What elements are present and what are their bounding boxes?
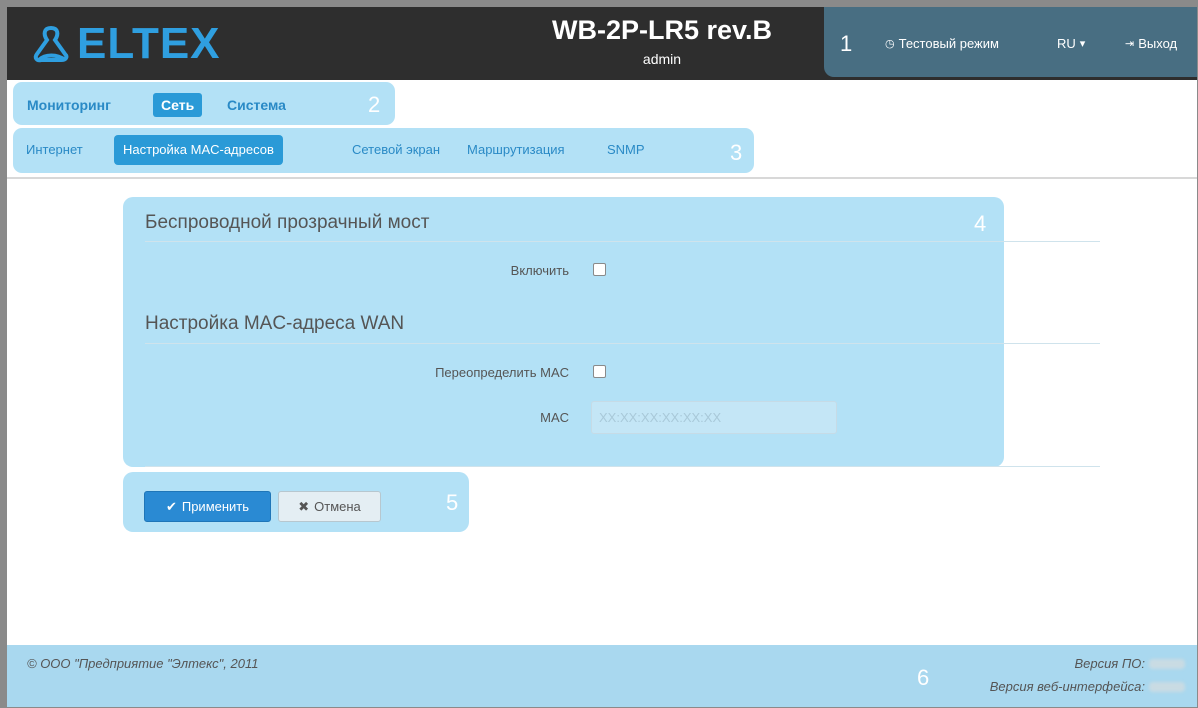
firmware-version-value-redacted [1149, 658, 1185, 669]
apply-button[interactable]: ✔ Применить [144, 491, 271, 522]
test-mode-label: Тестовый режим [898, 36, 999, 51]
override-mac-label: Переопределить MAC [435, 365, 569, 380]
logout-label: Выход [1138, 36, 1178, 51]
override-mac-checkbox[interactable] [593, 365, 606, 378]
callout-number-5: 5 [446, 490, 459, 515]
test-mode-link[interactable]: ◷ Тестовый режим [885, 36, 999, 51]
nav-divider [7, 177, 1197, 179]
eltex-logo-icon [33, 25, 69, 63]
current-user: admin [642, 51, 682, 67]
tab-snmp[interactable]: SNMP [598, 135, 654, 165]
clock-icon: ◷ [885, 38, 895, 50]
form-bottom-divider [145, 466, 1100, 467]
header-bar: ELTEX WB-2P-LR5 rev.B admin 1 ◷ Тестовый… [7, 7, 1197, 80]
cancel-button[interactable]: ✖ Отмена [278, 491, 381, 522]
firmware-version: Версия ПО: [1074, 656, 1185, 671]
logout-icon: ⇥ [1125, 38, 1135, 50]
bridge-section-divider [145, 241, 1100, 242]
mac-label: MAC [540, 410, 569, 425]
language-label: RU [1057, 36, 1076, 51]
close-icon: ✖ [298, 498, 310, 514]
sub-nav: Интернет Настройка MAC-адресов Сетевой э… [13, 128, 754, 173]
firmware-version-label: Версия ПО: [1074, 656, 1145, 671]
logout-link[interactable]: ⇥ Выход [1125, 36, 1177, 51]
language-dropdown[interactable]: RU ▾ [1057, 36, 1085, 51]
callout-number-1: 1 [840, 31, 853, 56]
callout-number-4: 4 [974, 211, 987, 236]
tab-mac-settings[interactable]: Настройка MAC-адресов [114, 135, 283, 165]
caret-down-icon: ▾ [1079, 38, 1086, 50]
callout-number-3: 3 [730, 140, 743, 165]
nav-monitoring[interactable]: Мониторинг [19, 93, 119, 117]
wan-mac-section-divider [145, 343, 1100, 344]
device-title: WB-2P-LR5 rev.B [551, 15, 773, 45]
copyright-text: © ООО "Предприятие "Элтекс", 2011 [27, 656, 259, 671]
enable-bridge-label: Включить [510, 263, 569, 278]
web-ui-version: Версия веб-интерфейса: [990, 679, 1185, 694]
web-ui-version-label: Версия веб-интерфейса: [989, 679, 1145, 694]
apply-label: Применить [181, 499, 250, 514]
logo-text: ELTEX [77, 19, 221, 68]
footer-bar: 6 [7, 645, 1197, 707]
cancel-label: Отмена [314, 499, 361, 514]
bridge-section-title: Беспроводной прозрачный мост [145, 212, 430, 233]
wan-mac-section-title: Настройка MAC-адреса WAN [145, 313, 405, 334]
enable-bridge-checkbox[interactable] [593, 263, 606, 276]
check-icon: ✔ [165, 498, 177, 514]
tab-internet[interactable]: Интернет [17, 135, 92, 165]
main-nav: Мониторинг Сеть Система 2 [13, 82, 395, 125]
callout-number-2: 2 [368, 92, 381, 117]
nav-network[interactable]: Сеть [153, 93, 203, 117]
callout-number-6: 6 [917, 665, 930, 690]
tab-firewall[interactable]: Сетевой экран [343, 135, 449, 165]
eltex-logo: ELTEX [31, 21, 221, 67]
nav-system[interactable]: Система [219, 93, 294, 117]
mac-address-input[interactable] [591, 401, 837, 434]
app-window: ELTEX WB-2P-LR5 rev.B admin 1 ◷ Тестовый… [0, 0, 1198, 708]
tab-routing[interactable]: Маршрутизация [458, 135, 574, 165]
web-ui-version-value-redacted [1149, 681, 1185, 692]
